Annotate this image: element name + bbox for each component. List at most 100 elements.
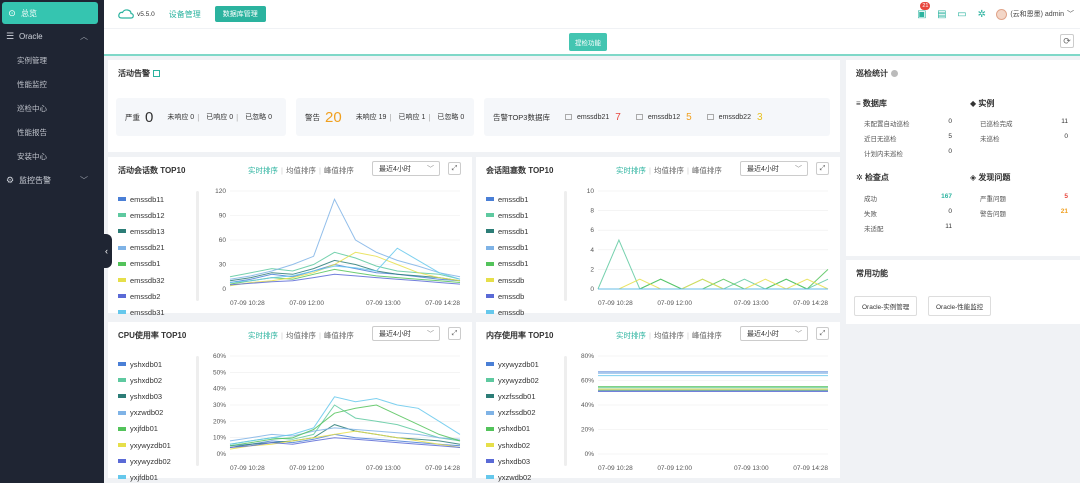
- tab-average-sort[interactable]: 均值排序: [654, 331, 684, 340]
- tab-realtime-sort[interactable]: 实时排序: [248, 166, 278, 175]
- gear-icon[interactable]: ✲: [976, 9, 987, 20]
- external-link-icon[interactable]: [153, 70, 160, 78]
- legend-item[interactable]: yxzwdb02: [486, 469, 566, 483]
- tab-average-sort[interactable]: 均值排序: [286, 331, 316, 340]
- legend-item[interactable]: yxywyzdb02: [486, 372, 566, 388]
- oracle-perf-monitor-button[interactable]: Oracle-性能监控: [928, 296, 992, 316]
- series-line[interactable]: [598, 278, 829, 290]
- legend-item[interactable]: emssdb: [486, 304, 566, 320]
- legend-item[interactable]: emssdb1: [486, 256, 566, 272]
- time-range-select[interactable]: 最近4小时 ﹀: [740, 326, 808, 341]
- legend-scrollbar[interactable]: [196, 356, 199, 466]
- legend-item[interactable]: yshxdb03: [486, 453, 566, 469]
- sidebar-subitem-instance-mgmt[interactable]: 实例管理: [0, 48, 104, 72]
- sidebar-subitem-perf-report[interactable]: 性能报告: [0, 120, 104, 144]
- monitor-icon[interactable]: ▭: [956, 9, 967, 20]
- oracle-instance-mgmt-button[interactable]: Oracle-实例管理: [854, 296, 918, 316]
- legend-item[interactable]: yxjfdb01: [118, 469, 198, 483]
- legend-item[interactable]: emssdb1: [486, 223, 566, 239]
- time-range-select[interactable]: 最近4小时 ﹀: [372, 161, 440, 176]
- expand-icon[interactable]: ⤢: [816, 327, 829, 340]
- legend-item[interactable]: emssdb2: [118, 288, 198, 304]
- notification-icon[interactable]: ▣ 21: [916, 1, 931, 20]
- tab-average-sort[interactable]: 均值排序: [654, 166, 684, 175]
- legend-item[interactable]: emssdb: [486, 288, 566, 304]
- series-line[interactable]: [229, 251, 461, 287]
- legend-scrollbar[interactable]: [564, 191, 567, 301]
- sidebar-subitem-install[interactable]: 安装中心: [0, 144, 104, 168]
- info-icon[interactable]: [891, 70, 898, 78]
- inspect-button[interactable]: 提检功能: [569, 33, 607, 51]
- critical-alert-card[interactable]: 严重 0 未响应 0 | 已响应 0 | 已忽略 0: [116, 98, 286, 136]
- time-range-select[interactable]: 最近4小时 ﹀: [372, 326, 440, 341]
- legend-item[interactable]: emssdb32: [118, 272, 198, 288]
- sidebar-subitem-perf-monitor[interactable]: 性能监控: [0, 72, 104, 96]
- legend-item[interactable]: emssdb1: [486, 191, 566, 207]
- sidebar-item-oracle[interactable]: ☰ Oracle ︿: [0, 24, 104, 48]
- legend-swatch: [118, 459, 126, 464]
- legend-item[interactable]: emssdb: [486, 272, 566, 288]
- sidebar-item-alerts[interactable]: ⚙ 监控告警 ﹀: [0, 168, 104, 192]
- tab-peak-sort[interactable]: 峰值排序: [692, 166, 722, 175]
- top3-db-item[interactable]: emssdb21 7: [564, 112, 621, 123]
- nav-device-mgmt[interactable]: 设备管理: [169, 9, 201, 20]
- chevron-up-icon: ︿: [80, 31, 88, 41]
- tab-peak-sort[interactable]: 峰值排序: [324, 331, 354, 340]
- legend-item[interactable]: yxywyzdb01: [118, 437, 198, 453]
- time-range-select[interactable]: 最近4小时 ﹀: [740, 161, 808, 176]
- legend-item[interactable]: emssdb11: [118, 191, 198, 207]
- legend-scrollbar[interactable]: [564, 356, 567, 466]
- legend-item[interactable]: yshxdb03: [118, 388, 198, 404]
- legend-item[interactable]: yshxdb01: [118, 356, 198, 372]
- top3-db-item[interactable]: emssdb22 3: [706, 112, 763, 123]
- calendar-icon[interactable]: ▤: [936, 9, 947, 20]
- legend-item[interactable]: yshxdb02: [486, 437, 566, 453]
- legend-swatch: [486, 310, 494, 315]
- legend-swatch: [486, 443, 494, 448]
- series-line[interactable]: [597, 238, 829, 290]
- tab-average-sort[interactable]: 均值排序: [286, 166, 316, 175]
- legend-item[interactable]: emssdb1: [486, 207, 566, 223]
- legend-item[interactable]: yxywyzdb01: [486, 356, 566, 372]
- legend-scrollbar[interactable]: [196, 191, 199, 301]
- legend-item[interactable]: yxywyzdb02: [118, 453, 198, 469]
- x-tick-label: 07-09 10:28: [598, 465, 633, 472]
- expand-icon[interactable]: ⤢: [448, 327, 461, 340]
- y-tick-label: 4: [590, 247, 594, 254]
- top3-label: 告警TOP3数据库: [493, 112, 550, 122]
- tab-peak-sort[interactable]: 峰值排序: [324, 166, 354, 175]
- x-tick-label: 07-09 12:00: [289, 300, 324, 307]
- subbar: 提检功能 ⟳: [104, 29, 1080, 56]
- sidebar-collapse-handle[interactable]: ‹: [101, 234, 112, 268]
- legend-item[interactable]: yxzwdb02: [118, 405, 198, 421]
- legend-swatch: [118, 197, 126, 202]
- legend-item[interactable]: yshxdb02: [118, 372, 198, 388]
- tab-realtime-sort[interactable]: 实时排序: [616, 331, 646, 340]
- sidebar-subitem-inspection[interactable]: 巡检中心: [0, 96, 104, 120]
- refresh-icon[interactable]: ⟳: [1060, 34, 1074, 48]
- expand-icon[interactable]: ⤢: [816, 162, 829, 175]
- legend-item[interactable]: yxjfdb01: [118, 421, 198, 437]
- legend-item[interactable]: emssdb13: [118, 223, 198, 239]
- legend-item[interactable]: yshxdb01: [486, 421, 566, 437]
- x-tick-label: 07-09 10:28: [598, 300, 633, 307]
- legend-item[interactable]: emssdb1: [118, 256, 198, 272]
- y-tick-label: 80%: [581, 353, 594, 360]
- chart-sort-tabs: 实时排序 | 均值排序 | 峰值排序: [248, 166, 354, 175]
- legend-item[interactable]: yxzfssdb01: [486, 388, 566, 404]
- legend-item[interactable]: emssdb31: [118, 304, 198, 320]
- legend-item[interactable]: emssdb21: [118, 240, 198, 256]
- top3-db-item[interactable]: emssdb12 5: [635, 112, 692, 123]
- legend-item[interactable]: yxzfssdb02: [486, 405, 566, 421]
- tab-realtime-sort[interactable]: 实时排序: [248, 331, 278, 340]
- tab-realtime-sort[interactable]: 实时排序: [616, 166, 646, 175]
- warning-alert-card[interactable]: 警告 20 未响应 19 | 已响应 1 | 已忽略 0: [296, 98, 474, 136]
- legend-item[interactable]: emssdb12: [118, 207, 198, 223]
- expand-icon[interactable]: ⤢: [448, 162, 461, 175]
- tab-peak-sort[interactable]: 峰值排序: [692, 331, 722, 340]
- user-menu[interactable]: (云和恩墨) admin ﹀: [996, 8, 1074, 20]
- nav-database-mgmt[interactable]: 数据库管理: [214, 6, 266, 22]
- series-line[interactable]: [229, 396, 461, 445]
- legend-item[interactable]: emssdb1: [486, 240, 566, 256]
- sidebar-item-overview[interactable]: ⊙ 总览: [2, 2, 98, 24]
